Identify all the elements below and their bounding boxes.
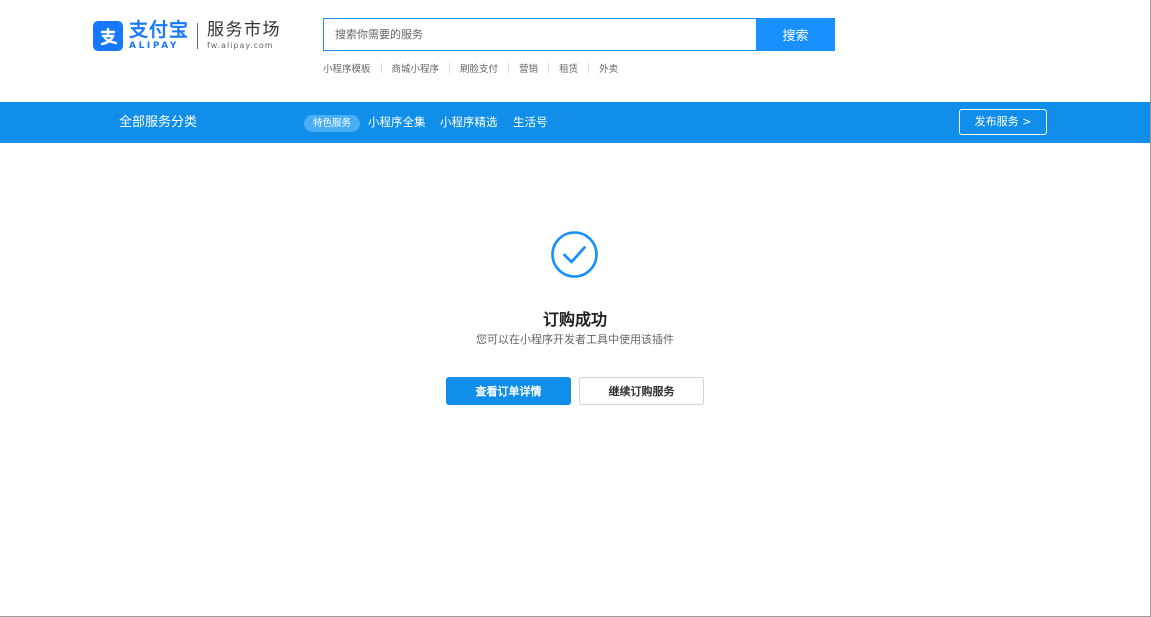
- divider: [380, 63, 382, 73]
- result-description: 您可以在小程序开发者工具中使用该插件: [476, 333, 674, 346]
- header: 支付宝 ALIPAY 服务市场 fw.alipay.com 搜索 小程序模板 商…: [0, 0, 1150, 102]
- search-bar: 搜索: [323, 18, 835, 51]
- view-order-details-button[interactable]: 查看订单详情: [446, 377, 571, 405]
- logo-brand-en: ALIPAY: [129, 41, 180, 51]
- nav-featured-services[interactable]: 特色服务: [304, 115, 361, 132]
- hot-word[interactable]: 营销: [519, 61, 538, 75]
- publish-service-button[interactable]: 发布服务 >: [959, 109, 1047, 135]
- nav-link-life-account[interactable]: 生活号: [513, 102, 548, 143]
- hot-word[interactable]: 小程序模板: [323, 61, 371, 75]
- divider: [449, 63, 451, 73]
- hot-word[interactable]: 租赁: [559, 61, 578, 75]
- market-name: 服务市场: [207, 20, 282, 40]
- page: 支付宝 ALIPAY 服务市场 fw.alipay.com 搜索 小程序模板 商…: [0, 0, 1151, 617]
- nav-link-selected-mini-programs[interactable]: 小程序精选: [440, 102, 498, 143]
- nav-all-categories[interactable]: 全部服务分类: [119, 102, 197, 143]
- logo-brand: 支付宝 ALIPAY: [129, 21, 189, 51]
- divider: [548, 63, 550, 73]
- logo-brand-cn: 支付宝: [129, 19, 190, 41]
- logo[interactable]: 支付宝 ALIPAY 服务市场 fw.alipay.com: [93, 20, 281, 52]
- search-button[interactable]: 搜索: [756, 18, 835, 51]
- logo-divider: [197, 23, 199, 49]
- search-input[interactable]: [323, 18, 756, 51]
- divider: [508, 63, 510, 73]
- result-title: 订购成功: [542, 310, 607, 329]
- divider: [588, 63, 590, 73]
- hot-word[interactable]: 外卖: [599, 61, 618, 75]
- result-panel: 订购成功 您可以在小程序开发者工具中使用该插件 查看订单详情 继续订购服务: [0, 143, 1150, 616]
- hot-word[interactable]: 商城小程序: [392, 61, 440, 75]
- hot-words: 小程序模板 商城小程序 刷脸支付 营销 租赁 外卖: [323, 61, 618, 75]
- market-url: fw.alipay.com: [207, 41, 274, 50]
- continue-ordering-button[interactable]: 继续订购服务: [579, 377, 704, 405]
- check-circle-icon: [551, 231, 598, 278]
- alipay-logo-icon: [93, 21, 123, 51]
- logo-market: 服务市场 fw.alipay.com: [207, 22, 281, 50]
- nav-link-mini-programs[interactable]: 小程序全集: [368, 102, 426, 143]
- hot-word[interactable]: 刷脸支付: [460, 61, 498, 75]
